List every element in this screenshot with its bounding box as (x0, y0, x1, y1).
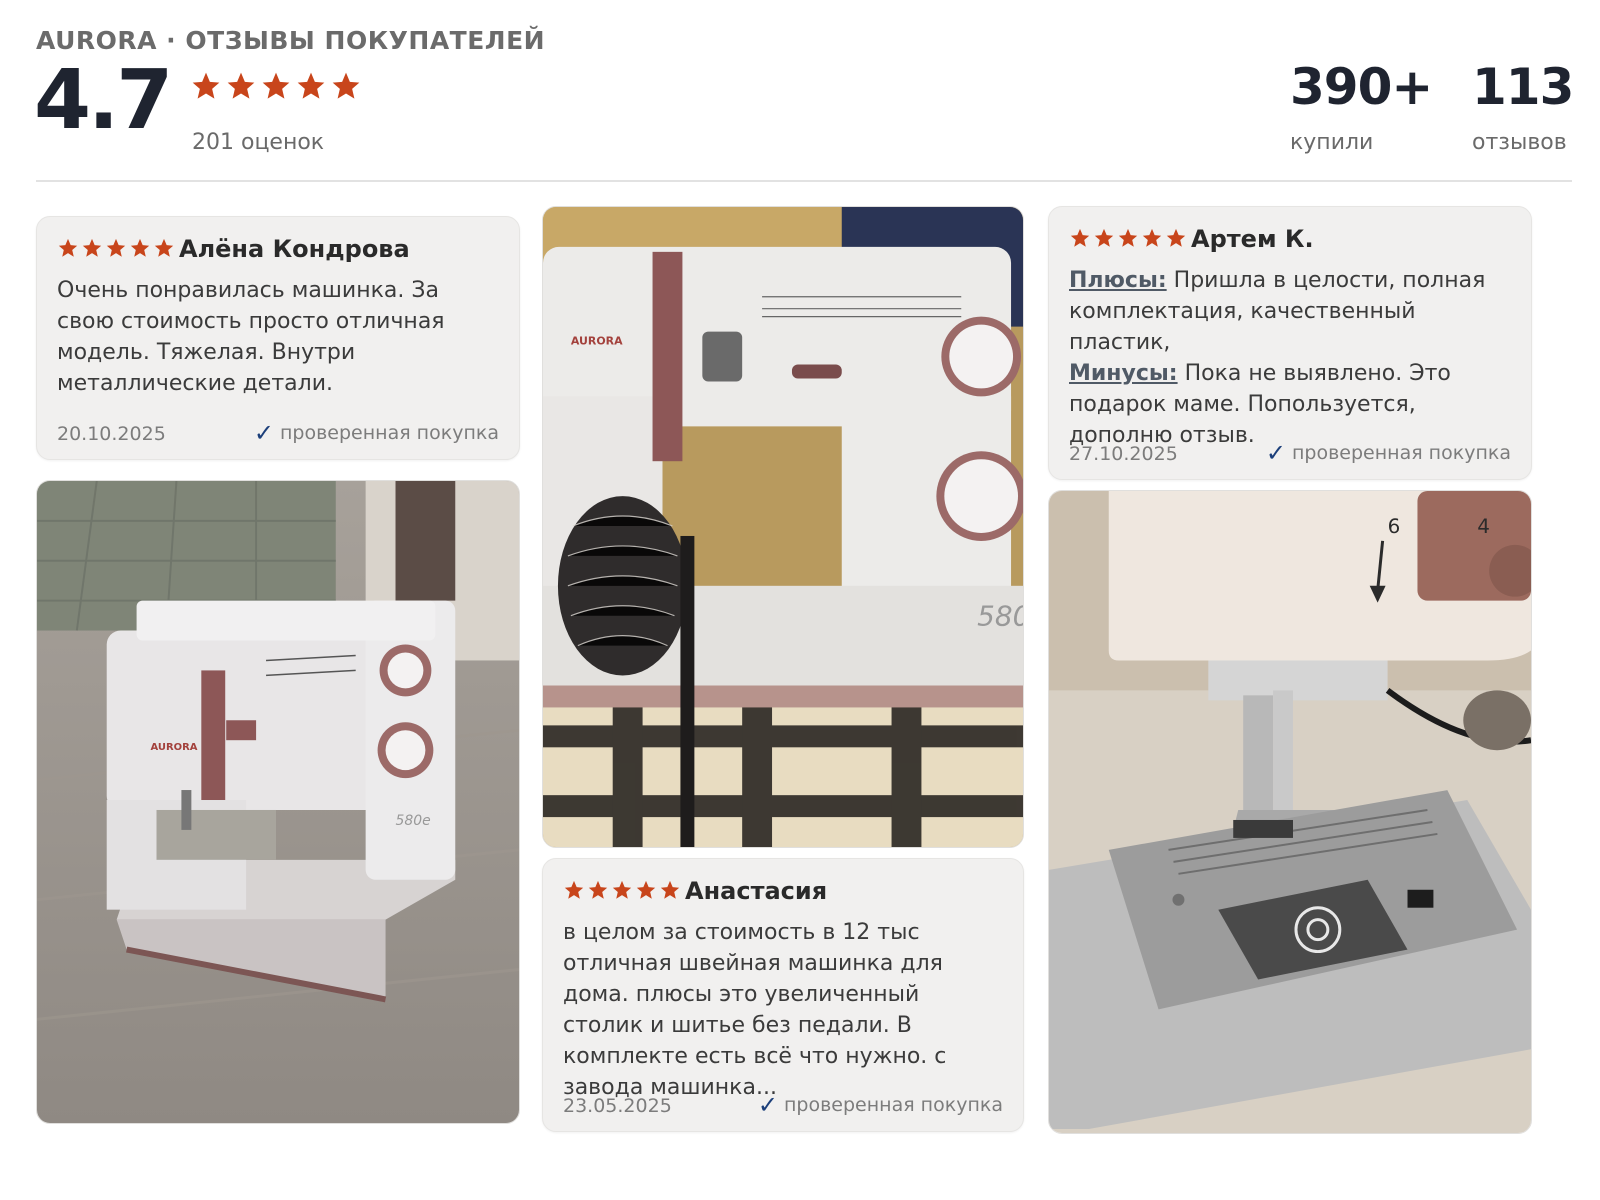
stat-reviews: 113 отзывов (1472, 58, 1574, 155)
rating-count: 201 оценок (192, 130, 325, 155)
review-text: Очень понравилась машинка. За свою стоим… (57, 278, 445, 396)
star-icon (227, 72, 255, 99)
review-date: 23.05.2025 (563, 1095, 672, 1117)
star-icon (612, 880, 632, 899)
stat-reviews-label: отзывов (1472, 130, 1567, 155)
rating-stars (190, 70, 362, 102)
verified-label: проверенная покупка (279, 422, 499, 444)
star-icon (1166, 228, 1186, 247)
svg-text:580e: 580e (396, 813, 431, 829)
review-author: Артем К. (1191, 225, 1314, 253)
review-card[interactable]: Алёна Кондрова Очень понравилась машинка… (36, 216, 520, 460)
header-divider (36, 180, 1572, 182)
star-icon (297, 72, 325, 99)
photo-sewing-machine-floor[interactable]: AURORA 580e (36, 480, 520, 1124)
check-icon: ✓ (1265, 439, 1286, 467)
star-icon (1070, 228, 1090, 247)
page-caption: AURORA · ОТЗЫВЫ ПОКУПАТЕЛЕЙ (36, 26, 546, 55)
average-rating: 4.7 (34, 53, 173, 148)
check-icon: ✓ (253, 419, 274, 447)
star-icon (588, 880, 608, 899)
pros-label: Плюсы: (1069, 268, 1167, 293)
star-icon (106, 238, 126, 257)
review-stars (57, 237, 175, 259)
review-date: 20.10.2025 (57, 423, 166, 445)
star-icon (130, 238, 150, 257)
verified-purchase: ✓ проверенная покупка (1266, 441, 1511, 465)
verified-purchase: ✓ проверенная покупка (758, 1093, 1003, 1117)
photo-sewing-machine-table[interactable]: AURORA 580 (542, 206, 1024, 848)
review-text: Плюсы: Пришла в целости, полная комплект… (1069, 265, 1511, 451)
verified-purchase: ✓ проверенная покупка (254, 421, 499, 445)
verified-label: проверенная покупка (783, 1094, 1003, 1116)
review-date: 27.10.2025 (1069, 443, 1178, 465)
star-icon (660, 880, 680, 899)
dial-mark-4: 4 (1477, 515, 1490, 538)
star-icon (1142, 228, 1162, 247)
review-card[interactable]: Анастасия в целом за стоимость в 12 тыс … (542, 858, 1024, 1132)
dial-mark-6: 6 (1388, 515, 1401, 538)
check-icon: ✓ (757, 1091, 778, 1119)
stat-bought-label: купили (1290, 130, 1374, 155)
review-author: Анастасия (685, 877, 828, 905)
star-icon (564, 880, 584, 899)
verified-label: проверенная покупка (1291, 442, 1511, 464)
cons-label: Минусы: (1069, 361, 1178, 386)
stat-reviews-value: 113 (1472, 58, 1574, 116)
star-icon (1118, 228, 1138, 247)
review-stars (1069, 227, 1187, 249)
svg-text:AURORA: AURORA (571, 335, 623, 348)
star-icon (82, 238, 102, 257)
review-author: Алёна Кондрова (179, 235, 410, 263)
star-icon (154, 238, 174, 257)
svg-text:AURORA: AURORA (151, 742, 198, 753)
stat-bought: 390+ купили (1290, 58, 1433, 155)
star-icon (332, 72, 360, 99)
review-stars (563, 879, 681, 901)
star-icon (262, 72, 290, 99)
stat-bought-value: 390+ (1290, 58, 1433, 116)
star-icon (192, 72, 220, 99)
star-icon (636, 880, 656, 899)
photo-needle-plate-closeup[interactable]: 6 4 (1048, 490, 1532, 1134)
review-text: в целом за стоимость в 12 тыс отличная ш… (563, 920, 947, 1100)
star-icon (1094, 228, 1114, 247)
star-icon (58, 238, 78, 257)
review-card[interactable]: Артем К. Плюсы: Пришла в целости, полная… (1048, 206, 1532, 480)
svg-text:580: 580 (977, 600, 1023, 633)
